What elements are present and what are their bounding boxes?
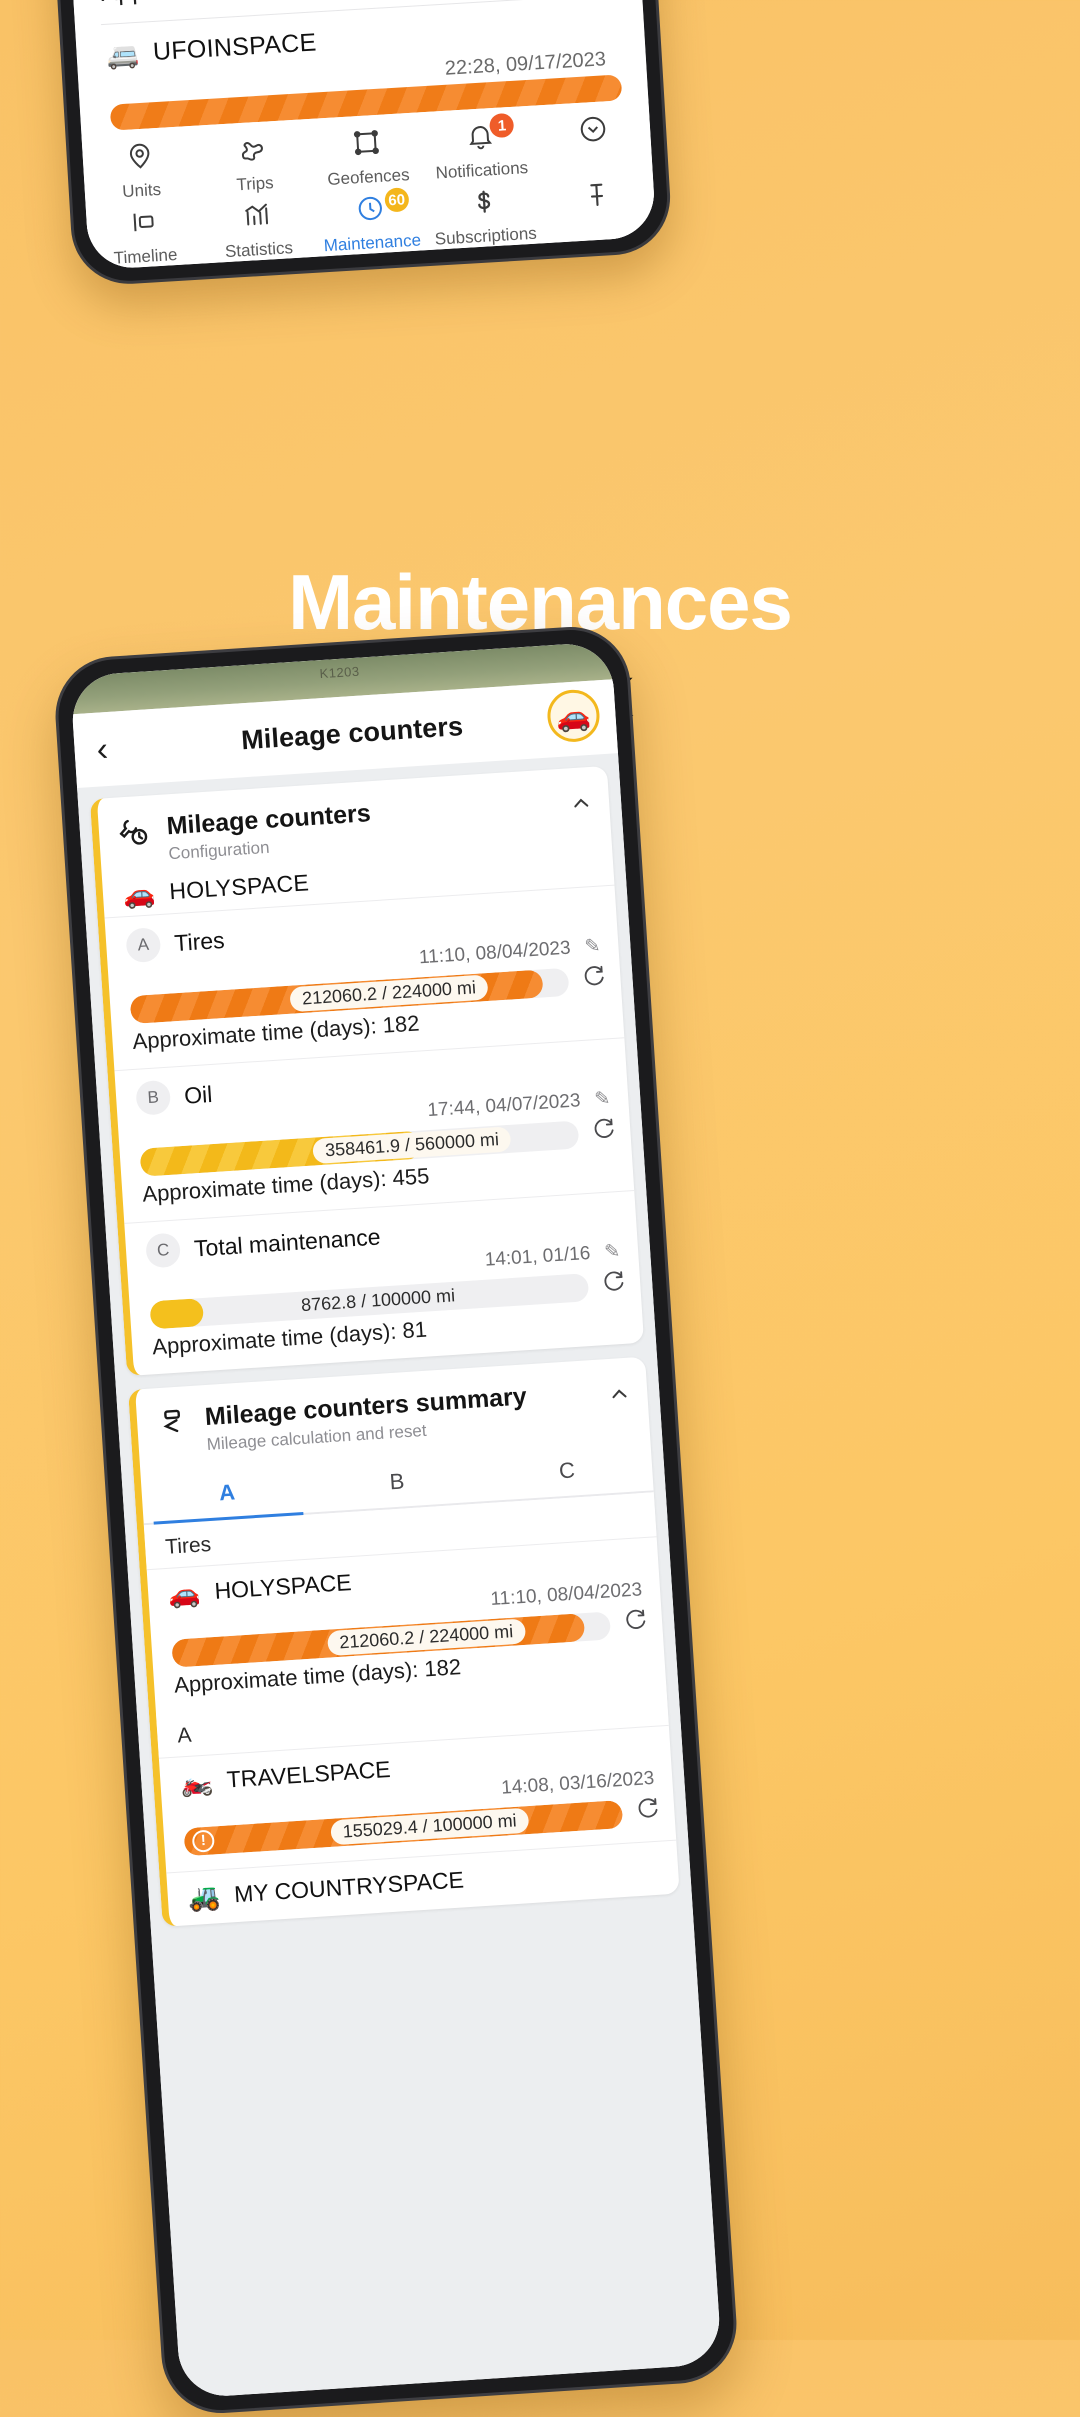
nav-label-timeline: Timeline <box>113 245 178 268</box>
counter-letter-a: A <box>125 927 162 964</box>
refresh-icon[interactable] <box>599 1269 627 1302</box>
bottom-phone-screen: K1203 ‹ Mileage counters 🚗 Mileage count… <box>69 641 723 2399</box>
tab-c[interactable]: C <box>481 1442 654 1501</box>
refresh-icon[interactable] <box>633 1796 661 1829</box>
summary-unit-name-my-countryspace: MY COUNTRYSPACE <box>233 1866 465 1908</box>
tractor-emoji-icon: 🚜 <box>186 1880 222 1913</box>
page-title: Mileage counters <box>240 710 464 755</box>
counter-name-tires: Tires <box>173 926 226 956</box>
top-phone-screen: 3235.8 / 400000 mi Approximate time (day… <box>47 0 657 271</box>
nav-item-units[interactable]: Units <box>82 132 199 205</box>
nav-item-maintenance[interactable]: 60 Maintenance <box>312 184 429 257</box>
card-header-text-summary: Mileage counters summary Mileage calcula… <box>204 1382 529 1455</box>
top-phone-mockup: 3235.8 / 400000 mi Approximate time (day… <box>30 0 674 288</box>
counter-name-oil: Oil <box>183 1080 214 1109</box>
nav-item-subscriptions[interactable]: Subscriptions <box>426 177 543 250</box>
nav-item-timeline[interactable]: Timeline <box>86 198 203 271</box>
red-car-emoji-icon: 🚗 <box>167 1577 202 1610</box>
counter-name-total-maintenance: Total maintenance <box>193 1222 382 1261</box>
pencil-icon[interactable]: ✎ <box>594 1087 611 1111</box>
refresh-icon[interactable] <box>589 1116 617 1149</box>
chevron-up-icon[interactable] <box>607 1382 633 1412</box>
map-road-label: K1203 <box>319 663 361 682</box>
refresh-icon[interactable] <box>621 1607 649 1640</box>
van-emoji-icon: 🚐 <box>105 38 140 71</box>
nav-item-notifications[interactable]: 1 Notifications <box>422 112 539 185</box>
top-unit-name: UFOINSPACE <box>152 28 318 67</box>
timeline-icon <box>128 206 160 243</box>
card-mileage-counters-summary: Mileage counters summary Mileage calcula… <box>128 1356 680 1927</box>
mileage-summary-icon <box>154 1404 190 1445</box>
counter-item-total-maintenance[interactable]: C Total maintenance 14:01, 01/16 ✎ 8762.… <box>124 1189 645 1376</box>
route-icon <box>237 133 269 170</box>
tab-b[interactable]: B <box>311 1453 484 1512</box>
chevron-up-icon[interactable] <box>568 791 594 821</box>
notifications-badge: 1 <box>489 112 515 139</box>
nav-label-trips: Trips <box>235 173 275 195</box>
maintenance-icon <box>354 193 386 230</box>
nav-item-trips[interactable]: Trips <box>195 125 312 198</box>
pin-tack-icon <box>581 179 613 216</box>
bottom-phone-screen-bezel: K1203 ‹ Mileage counters 🚗 Mileage count… <box>69 641 723 2399</box>
progress-chip-total: 8762.8 / 100000 mi <box>300 1284 456 1315</box>
wrench-clock-icon <box>116 813 152 854</box>
card-header-text-configuration: Mileage counters Configuration <box>166 799 373 864</box>
chart-icon <box>241 199 273 236</box>
nav-item-statistics[interactable]: Statistics <box>199 191 316 264</box>
refresh-icon[interactable] <box>580 963 608 996</box>
polygon-icon <box>351 127 383 164</box>
nav-label-units: Units <box>121 179 162 202</box>
pencil-icon[interactable]: ✎ <box>604 1240 621 1264</box>
nav-label-maintenance: Maintenance <box>323 230 422 256</box>
progress-fill-total <box>149 1297 204 1329</box>
pencil-icon[interactable]: ✎ <box>584 935 601 959</box>
counter-timestamp-total: 14:01, 01/16 <box>484 1242 591 1271</box>
chevron-down-circle-icon <box>577 113 609 150</box>
top-phone-content: 3235.8 / 400000 mi Approximate time (day… <box>70 0 657 271</box>
counter-letter-c: C <box>145 1232 182 1269</box>
counter-letter-b: B <box>135 1079 172 1116</box>
nav-label-statistics: Statistics <box>224 238 294 262</box>
red-car-emoji-icon: 🚗 <box>122 877 157 910</box>
tab-a[interactable]: A <box>141 1464 314 1523</box>
dollar-icon <box>468 186 500 223</box>
top-phone-screen-bezel: 3235.8 / 400000 mi Approximate time (day… <box>47 0 657 271</box>
motorcycle-emoji-icon: 🏍️ <box>179 1765 214 1798</box>
pin-icon <box>124 140 156 177</box>
nav-item-geofences[interactable]: Geofences <box>308 118 425 191</box>
unit-name-holyspace: HOLYSPACE <box>168 869 310 905</box>
nav-item-pin[interactable] <box>539 171 655 224</box>
page-body: Mileage counters Configuration 🚗 HOLYSPA… <box>77 753 723 2399</box>
card-mileage-counters-configuration: Mileage counters Configuration 🚗 HOLYSPA… <box>89 765 645 1377</box>
maintenance-badge: 60 <box>383 187 410 213</box>
nav-label-subscriptions: Subscriptions <box>434 223 538 249</box>
nav-item-expand[interactable] <box>535 105 651 158</box>
bottom-phone-mockup: K1203 ‹ Mileage counters 🚗 Mileage count… <box>51 623 741 2417</box>
